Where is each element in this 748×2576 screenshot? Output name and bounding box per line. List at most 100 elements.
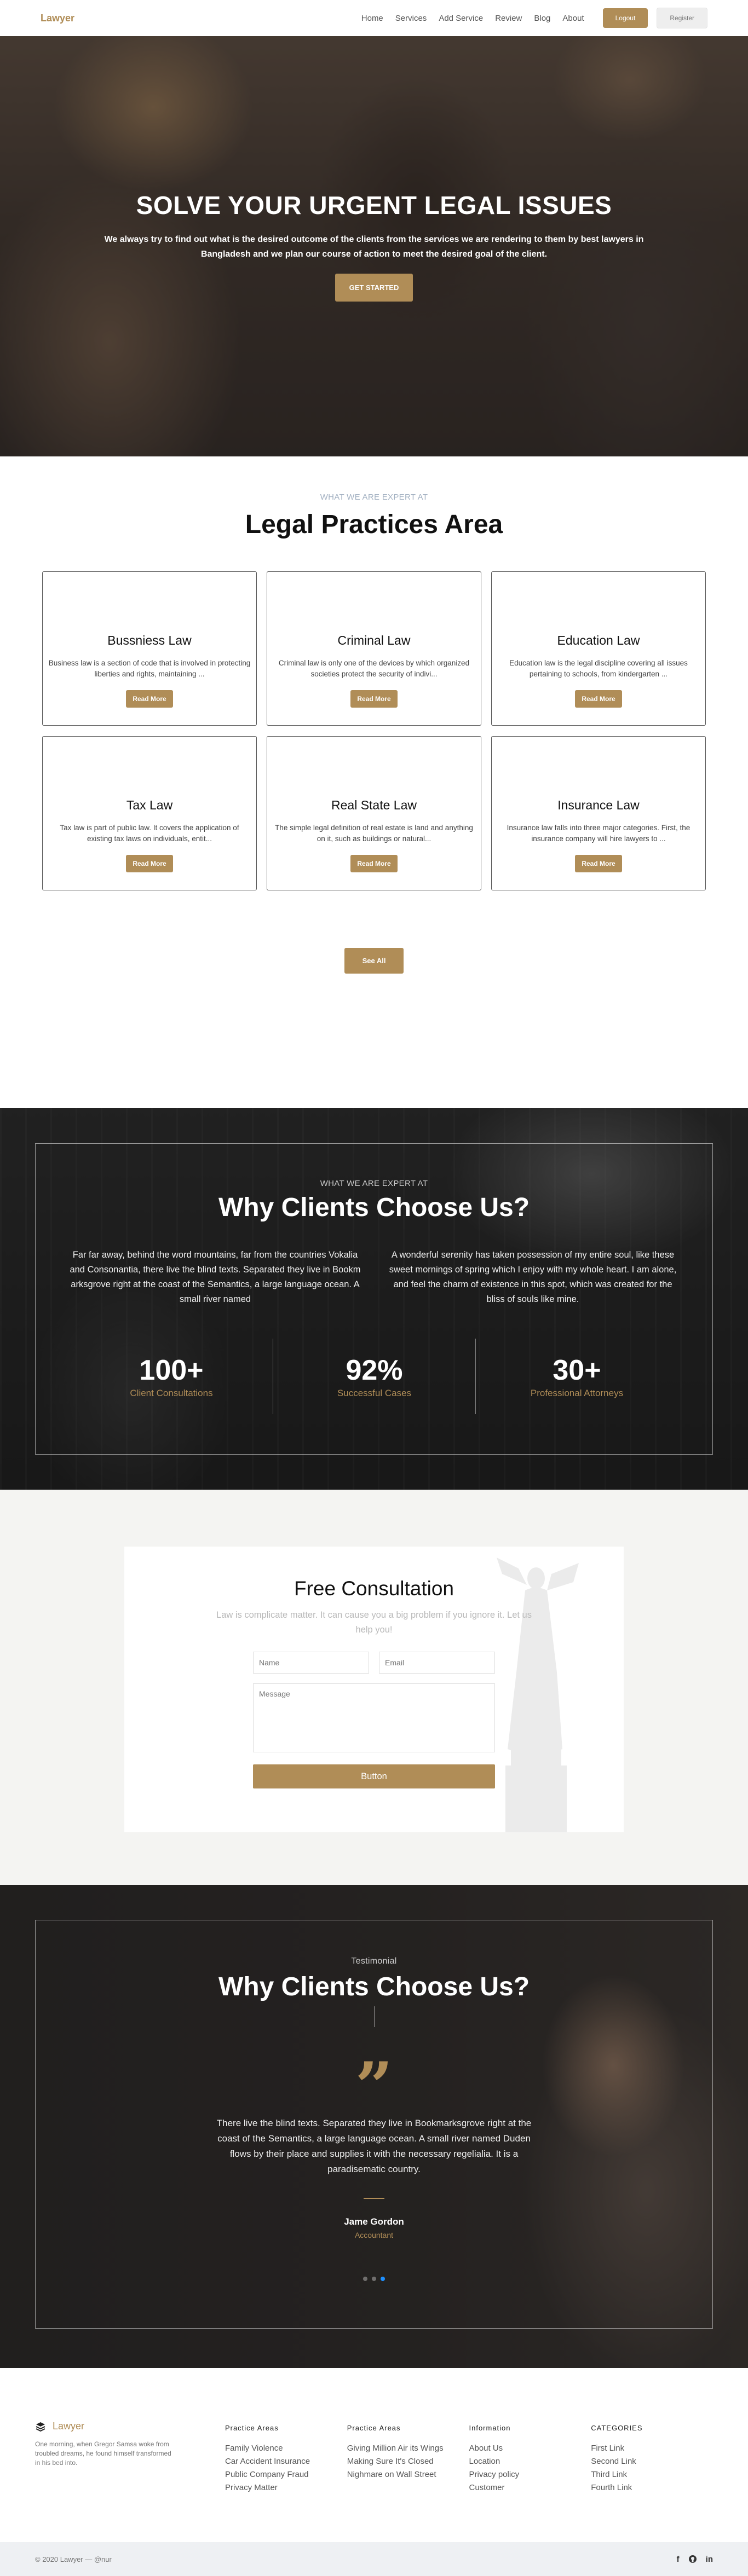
card-text: Tax law is part of public law. It covers… xyxy=(60,824,239,843)
footer-link[interactable]: Car Accident Insurance xyxy=(225,2455,347,2468)
copyright-text: © 2020 Lawyer — @nur xyxy=(35,2555,112,2563)
practices-title: Legal Practices Area xyxy=(245,510,503,539)
why-columns: Far far away, behind the word mountains,… xyxy=(36,1248,712,1307)
testimonial-title: Why Clients Choose Us? xyxy=(218,1972,530,2001)
footer-link[interactable]: Second Link xyxy=(591,2455,713,2468)
footer-link[interactable]: Privacy policy xyxy=(469,2468,591,2481)
nav-link-review[interactable]: Review xyxy=(495,14,522,23)
stat-label: Client Consultations xyxy=(130,1388,213,1398)
brand-logo[interactable]: Lawyer xyxy=(41,13,74,24)
stat-label: Professional Attorneys xyxy=(530,1388,624,1398)
testimonial-role: Accountant xyxy=(354,2231,394,2239)
footer-col-title: Information xyxy=(469,2424,511,2432)
why-choose-section: WHAT WE ARE EXPERT AT Why Clients Choose… xyxy=(0,1108,748,1490)
message-textarea[interactable] xyxy=(253,1683,495,1752)
read-more-button[interactable]: Read More xyxy=(575,690,622,708)
why-text-left: Far far away, behind the word mountains,… xyxy=(70,1250,361,1304)
consultation-form: Button xyxy=(253,1652,495,1788)
read-more-button[interactable]: Read More xyxy=(575,855,622,872)
footer-link[interactable]: First Link xyxy=(591,2442,713,2455)
email-input[interactable] xyxy=(379,1652,495,1674)
form-row xyxy=(253,1652,495,1674)
nav-link-blog[interactable]: Blog xyxy=(534,14,550,23)
testimonial-divider xyxy=(364,2198,384,2199)
footer-logo[interactable]: Lawyer xyxy=(35,2421,225,2432)
practice-card-education-law: Education Law Education law is the legal… xyxy=(491,571,706,726)
name-input[interactable] xyxy=(253,1652,369,1674)
nav-link-services[interactable]: Services xyxy=(395,14,427,23)
testimonial-section: Testimonial Why Clients Choose Us? ” The… xyxy=(0,1885,748,2368)
read-more-button[interactable]: Read More xyxy=(126,855,173,872)
card-text: Criminal law is only one of the devices … xyxy=(278,659,470,678)
footer-col-practice-areas: Practice Areas Family Violence Car Accid… xyxy=(225,2421,347,2542)
hero-content: SOLVE YOUR URGENT LEGAL ISSUES We always… xyxy=(0,190,748,302)
read-more-button[interactable]: Read More xyxy=(350,690,398,708)
see-all-button[interactable]: See All xyxy=(344,948,404,974)
consultation-title: Free Consultation xyxy=(294,1577,454,1600)
read-more-button[interactable]: Read More xyxy=(126,690,173,708)
footer-link[interactable]: Privacy Matter xyxy=(225,2481,347,2494)
card-title: Tax Law xyxy=(126,798,173,812)
footer-link[interactable]: Customer xyxy=(469,2481,591,2494)
footer-brand: Lawyer One morning, when Gregor Samsa wo… xyxy=(35,2421,225,2542)
stat-successful-cases: 92% Successful Cases xyxy=(273,1339,475,1414)
stat-number: 92% xyxy=(346,1354,403,1386)
testimonial-text: There live the blind texts. Separated th… xyxy=(216,2118,532,2174)
why-title: Why Clients Choose Us? xyxy=(218,1193,530,1222)
footer-link[interactable]: Making Sure It's Closed xyxy=(347,2455,469,2468)
get-started-button[interactable]: GET STARTED xyxy=(335,274,413,302)
submit-button[interactable]: Button xyxy=(253,1764,495,1788)
nav-link-add-service[interactable]: Add Service xyxy=(439,14,483,23)
stat-attorneys: 30+ Professional Attorneys xyxy=(475,1339,678,1414)
practice-card-real-state-law: Real State Law The simple legal definiti… xyxy=(267,736,481,890)
practice-card-business-law: Bussniess Law Business law is a section … xyxy=(42,571,257,726)
consultation-subtitle: Law is complicate matter. It can cause y… xyxy=(216,1610,532,1635)
carousel-dot-active[interactable] xyxy=(381,2277,385,2281)
stats-row: 100+ Client Consultations 92% Successful… xyxy=(36,1339,712,1414)
carousel-dots xyxy=(36,2277,712,2281)
footer-about: One morning, when Gregor Samsa woke from… xyxy=(35,2440,171,2467)
card-title: Education Law xyxy=(557,633,640,647)
footer-link[interactable]: Fourth Link xyxy=(591,2481,713,2494)
linkedin-icon[interactable]: in xyxy=(706,2555,713,2564)
stat-label: Successful Cases xyxy=(337,1388,412,1398)
practices-eyebrow: WHAT WE ARE EXPERT AT xyxy=(320,493,428,502)
footer-col-categories: CATEGORIES First Link Second Link Third … xyxy=(591,2421,713,2542)
footer-link[interactable]: Giving Million Air its Wings xyxy=(347,2442,469,2455)
consultation-card: Free Consultation Law is complicate matt… xyxy=(124,1547,624,1832)
footer-col-title: Practice Areas xyxy=(225,2424,279,2432)
nav-link-home[interactable]: Home xyxy=(361,14,383,23)
github-icon[interactable] xyxy=(688,2555,697,2563)
footer-link[interactable]: Third Link xyxy=(591,2468,713,2481)
read-more-button[interactable]: Read More xyxy=(350,855,398,872)
nav-link-about[interactable]: About xyxy=(562,14,584,23)
practice-card-insurance-law: Insurance Law Insurance law falls into t… xyxy=(491,736,706,890)
footer-link[interactable]: About Us xyxy=(469,2442,591,2455)
logout-button[interactable]: Logout xyxy=(602,8,648,28)
footer-link[interactable]: Public Company Fraud xyxy=(225,2468,347,2481)
carousel-dot[interactable] xyxy=(363,2277,367,2281)
stat-consultations: 100+ Client Consultations xyxy=(70,1339,273,1414)
footer-col-practice-areas-2: Practice Areas Giving Million Air its Wi… xyxy=(347,2421,469,2542)
hero-description: We always try to find out what is the de… xyxy=(104,235,644,259)
card-title: Bussniess Law xyxy=(107,633,192,647)
card-text: Education law is the legal discipline co… xyxy=(509,659,688,678)
footer-link[interactable]: Family Violence xyxy=(225,2442,347,2455)
footer-link[interactable]: Nighmare on Wall Street xyxy=(347,2468,469,2481)
card-title: Insurance Law xyxy=(557,798,640,812)
vertical-divider xyxy=(373,2006,375,2027)
hero-section: SOLVE YOUR URGENT LEGAL ISSUES We always… xyxy=(0,36,748,456)
card-text: Insurance law falls into three major cat… xyxy=(507,824,691,843)
practice-card-tax-law: Tax Law Tax law is part of public law. I… xyxy=(42,736,257,890)
footer-col-title: CATEGORIES xyxy=(591,2424,643,2432)
footer-bottom-bar: © 2020 Lawyer — @nur f in xyxy=(0,2542,748,2576)
why-text-right: A wonderful serenity has taken possessio… xyxy=(389,1250,677,1304)
carousel-dot[interactable] xyxy=(372,2277,376,2281)
nav-right: Home Services Add Service Review Blog Ab… xyxy=(349,8,707,28)
footer-link[interactable]: Location xyxy=(469,2455,591,2468)
testimonial-eyebrow: Testimonial xyxy=(351,1956,397,1966)
facebook-icon[interactable]: f xyxy=(677,2555,680,2564)
register-button[interactable]: Register xyxy=(657,8,707,28)
stat-number: 30+ xyxy=(553,1354,601,1386)
footer-col-information: Information About Us Location Privacy po… xyxy=(469,2421,591,2542)
